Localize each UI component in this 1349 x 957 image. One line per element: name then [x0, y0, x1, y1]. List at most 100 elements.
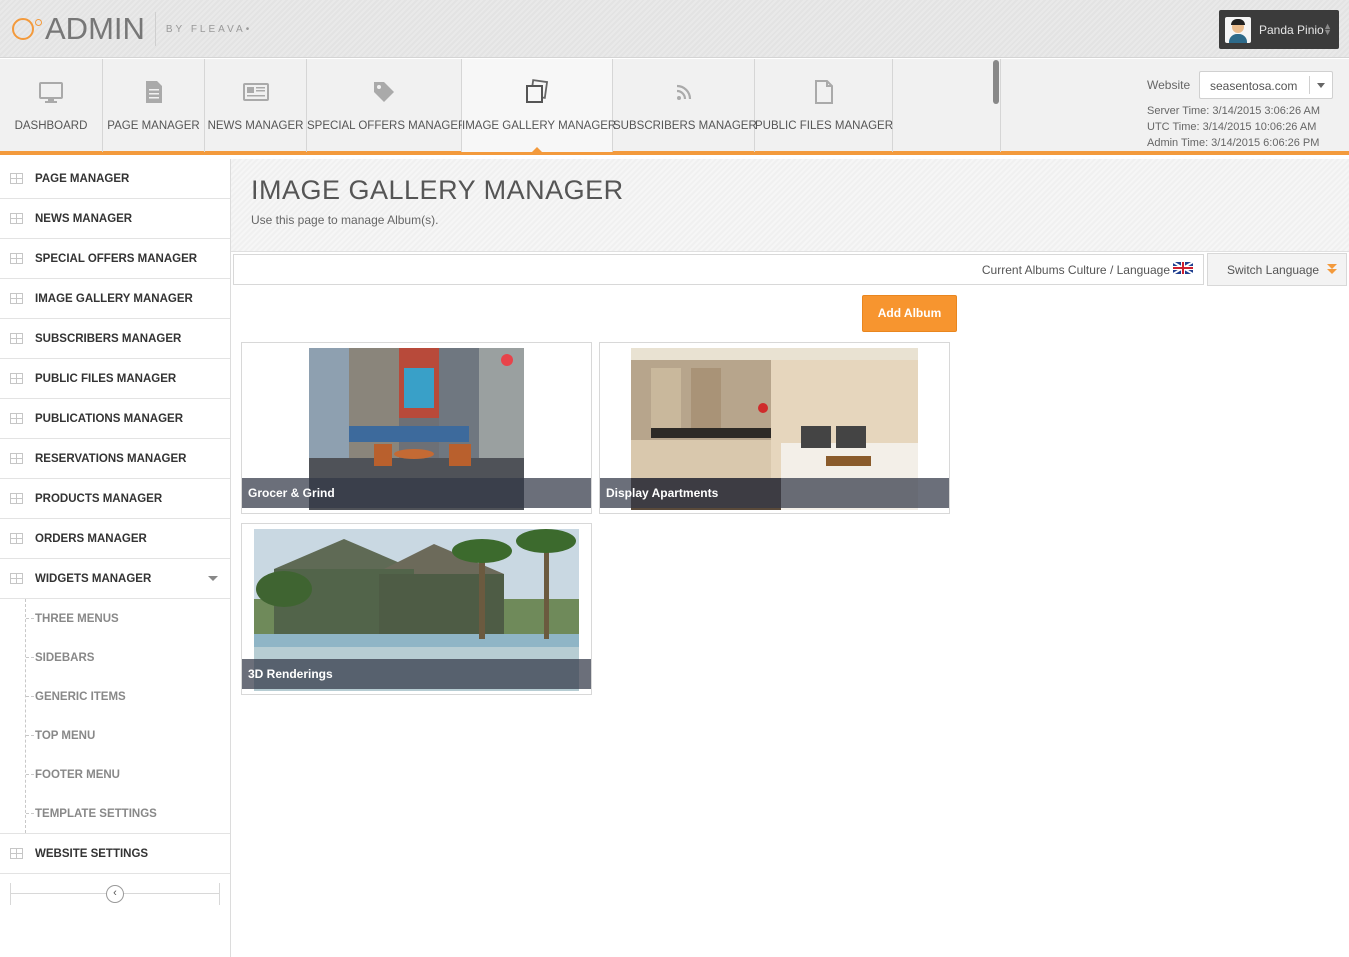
tree-connector	[26, 813, 34, 814]
sidebar-item-label: PUBLIC FILES MANAGER	[35, 372, 177, 385]
album-title: 3D Renderings	[248, 667, 333, 681]
grid-icon	[10, 573, 23, 584]
switch-language-button[interactable]: Switch Language	[1207, 253, 1347, 286]
grid-icon	[10, 413, 23, 424]
collapse-rule-left	[10, 883, 11, 905]
sidebar-collapse-row: ‹	[10, 883, 220, 905]
logo-by-text: BY FLEAVA•	[165, 23, 253, 35]
grid-icon	[10, 253, 23, 264]
logo-dot-icon	[35, 18, 42, 26]
collapse-sidebar-button[interactable]: ‹	[106, 885, 124, 903]
sidebar-item-page-manager[interactable]: PAGE MANAGER	[0, 159, 230, 199]
sidebar-item-label: WEBSITE SETTINGS	[35, 847, 149, 860]
logo-divider	[154, 12, 156, 46]
website-select-value: seasentosa.com	[1210, 79, 1298, 93]
sidebar-item-subscribers-manager[interactable]: SUBSCRIBERS MANAGER	[0, 319, 230, 359]
sidebar-subitem-label: FOOTER MENU	[35, 768, 120, 781]
sidebar-item-image-gallery-manager[interactable]: IMAGE GALLERY MANAGER	[0, 279, 230, 319]
user-menu[interactable]: Panda Pinio ▲ ▼	[1219, 10, 1339, 49]
album-card[interactable]: Display Apartments	[599, 342, 950, 514]
nav-item-label: PAGE MANAGER	[107, 120, 200, 132]
grid-icon	[10, 453, 23, 464]
document-icon	[145, 81, 162, 103]
nav-item-label: DASHBOARD	[14, 120, 88, 132]
culture-bar: Current Albums Culture / Language	[233, 254, 1204, 285]
admin-time: Admin Time: 3/14/2015 6:06:26 PM	[1147, 137, 1320, 149]
page-subtitle: Use this page to manage Album(s).	[251, 213, 439, 227]
monitor-icon	[39, 82, 63, 103]
logo[interactable]: ADMIN BY FLEAVA•	[12, 10, 252, 48]
logo-circle-icon	[12, 18, 34, 40]
add-album-button[interactable]: Add Album	[862, 295, 957, 332]
newspaper-icon	[242, 83, 269, 101]
switch-language-label: Switch Language	[1227, 263, 1320, 277]
file-icon	[814, 80, 833, 104]
sidebar-item-label: SUBSCRIBERS MANAGER	[35, 332, 182, 345]
tag-icon	[374, 82, 394, 102]
sidebar-item-products-manager[interactable]: PRODUCTS MANAGER	[0, 479, 230, 519]
sidebar-item-label: SPECIAL OFFERS MANAGER	[35, 252, 198, 265]
nav-item-subscribers-manager[interactable]: SUBSCRIBERS MANAGER	[613, 59, 757, 152]
sidebar-item-publications-manager[interactable]: PUBLICATIONS MANAGER	[0, 399, 230, 439]
nav-item-image-gallery-manager[interactable]: IMAGE GALLERY MANAGER	[462, 59, 617, 152]
album-card[interactable]: Grocer & Grind	[241, 342, 592, 514]
sidebar-subitem-generic-items[interactable]: GENERIC ITEMS	[0, 677, 230, 716]
grid-icon	[10, 213, 23, 224]
tree-connector	[26, 696, 34, 697]
sidebar-item-label: IMAGE GALLERY MANAGER	[35, 292, 193, 305]
sidebar-subitem-label: TOP MENU	[35, 729, 96, 742]
nav-item-label: NEWS MANAGER	[207, 120, 304, 132]
nav-item-label: IMAGE GALLERY MANAGER	[462, 120, 617, 132]
sidebar-subitem-sidebars[interactable]: SIDEBARS	[0, 638, 230, 677]
sidebar-subitem-top-menu[interactable]: TOP MENU	[0, 716, 230, 755]
caret-down-icon	[1317, 83, 1325, 88]
top-navigation: DASHBOARD PAGE MANAGER NEWS MANAGER SPEC…	[0, 59, 1349, 155]
nav-item-dashboard[interactable]: DASHBOARD	[0, 59, 103, 152]
avatar	[1225, 16, 1251, 43]
nav-item-label: PUBLIC FILES MANAGER	[755, 120, 894, 132]
chevron-down-icon[interactable]	[208, 576, 218, 581]
sidebar-item-public-files-manager[interactable]: PUBLIC FILES MANAGER	[0, 359, 230, 399]
nav-item-label: SUBSCRIBERS MANAGER	[613, 120, 757, 132]
nav-item-news-manager[interactable]: NEWS MANAGER	[205, 59, 307, 152]
sidebar-item-label: ORDERS MANAGER	[35, 532, 147, 545]
grid-icon	[10, 333, 23, 344]
sidebar-item-news-manager[interactable]: NEWS MANAGER	[0, 199, 230, 239]
sidebar-item-website-settings[interactable]: WEBSITE SETTINGS	[0, 834, 230, 874]
nav-item-label: SPECIAL OFFERS MANAGER	[307, 120, 467, 132]
widgets-submenu: THREE MENUS SIDEBARS GENERIC ITEMS TOP M…	[0, 599, 230, 834]
album-caption: Grocer & Grind	[242, 478, 591, 508]
sidebar-item-orders-manager[interactable]: ORDERS MANAGER	[0, 519, 230, 559]
chevron-updown-icon: ▲ ▼	[1323, 21, 1332, 37]
tree-connector	[26, 618, 34, 619]
sidebar-item-widgets-manager[interactable]: WIDGETS MANAGER	[0, 559, 230, 599]
sidebar-item-label: PRODUCTS MANAGER	[35, 492, 163, 505]
nav-item-special-offers-manager[interactable]: SPECIAL OFFERS MANAGER	[307, 59, 467, 152]
sidebar-item-special-offers-manager[interactable]: SPECIAL OFFERS MANAGER	[0, 239, 230, 279]
grid-icon	[10, 293, 23, 304]
active-caret-icon	[532, 147, 542, 152]
sidebar-subitem-three-menus[interactable]: THREE MENUS	[0, 599, 230, 638]
nav-scrollbar[interactable]	[993, 60, 999, 104]
select-separator	[1309, 76, 1310, 94]
sidebar-subitem-template-settings[interactable]: TEMPLATE SETTINGS	[0, 794, 230, 833]
logo-text: ADMIN	[45, 11, 145, 46]
nav-spacer	[893, 59, 1001, 152]
sidebar-subitem-footer-menu[interactable]: FOOTER MENU	[0, 755, 230, 794]
sidebar: PAGE MANAGER NEWS MANAGER SPECIAL OFFERS…	[0, 159, 231, 957]
album-card[interactable]: 3D Renderings	[241, 523, 592, 695]
collapse-rule-right	[219, 883, 220, 905]
nav-item-page-manager[interactable]: PAGE MANAGER	[103, 59, 205, 152]
app-header: ADMIN BY FLEAVA• Panda Pinio ▲ ▼	[0, 0, 1349, 58]
sidebar-subitem-label: SIDEBARS	[35, 651, 95, 664]
grid-icon	[10, 848, 23, 859]
grid-icon	[10, 373, 23, 384]
sidebar-item-reservations-manager[interactable]: RESERVATIONS MANAGER	[0, 439, 230, 479]
website-select[interactable]: seasentosa.com	[1199, 71, 1333, 99]
website-info: Website seasentosa.com Server Time: 3/14…	[1147, 71, 1337, 149]
page-header: IMAGE GALLERY MANAGER Use this page to m…	[231, 159, 1349, 252]
sidebar-subitem-label: GENERIC ITEMS	[35, 690, 126, 703]
sidebar-item-label: PUBLICATIONS MANAGER	[35, 412, 184, 425]
nav-item-public-files-manager[interactable]: PUBLIC FILES MANAGER	[755, 59, 893, 152]
tree-connector	[26, 735, 34, 736]
